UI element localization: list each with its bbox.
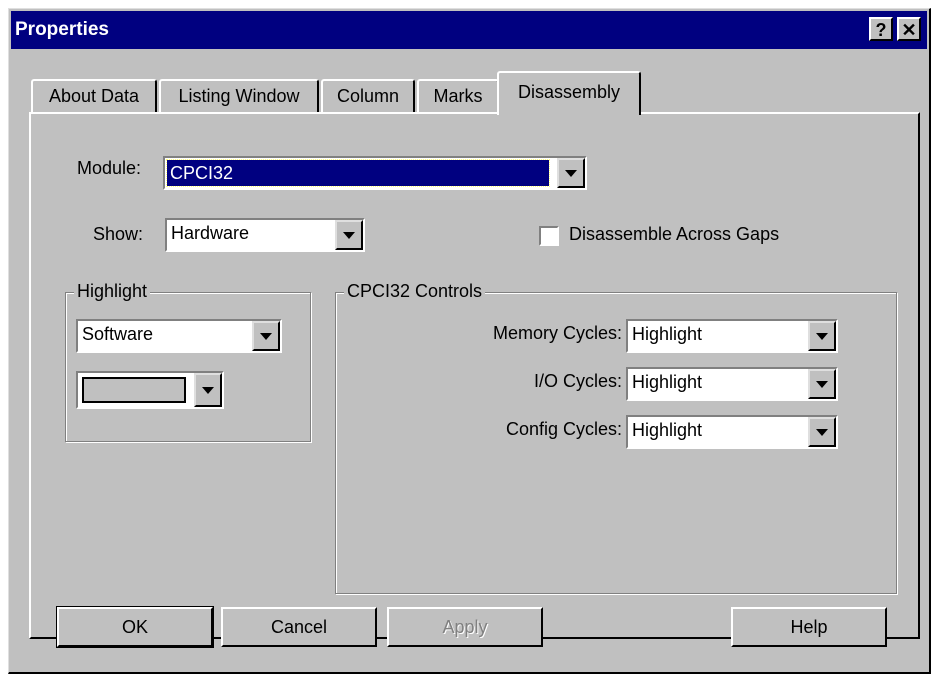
memory-cycles-select[interactable]: Highlight	[626, 319, 838, 353]
chevron-down-icon[interactable]	[557, 158, 585, 188]
highlight-group: Highlight Software	[65, 281, 311, 442]
title-bar[interactable]: Properties ? ✕	[11, 11, 927, 49]
highlight-value: Software	[82, 324, 154, 344]
close-icon[interactable]: ✕	[897, 17, 921, 41]
module-label: Module:	[77, 158, 142, 178]
ok-button[interactable]: OK	[56, 606, 214, 648]
highlight-group-title: Highlight	[74, 281, 151, 302]
disassembly-panel: Module: CPCI32 Show: Hardware Disassembl…	[29, 112, 920, 639]
chevron-down-icon[interactable]	[194, 373, 222, 407]
chevron-down-icon[interactable]	[252, 321, 280, 351]
cpci32-controls-group: CPCI32 Controls Memory Cycles: Highlight…	[335, 281, 897, 594]
tab-disassembly[interactable]: Disassembly	[497, 71, 641, 115]
chevron-down-icon[interactable]	[808, 369, 836, 399]
chevron-down-icon[interactable]	[808, 321, 836, 351]
cancel-button[interactable]: Cancel	[221, 607, 377, 647]
memory-cycles-label: Memory Cycles:	[492, 323, 622, 343]
help-button[interactable]: Help	[731, 607, 887, 647]
config-cycles-value: Highlight	[632, 420, 703, 440]
module-value: CPCI32	[166, 159, 550, 187]
highlight-color-select[interactable]	[76, 371, 224, 409]
highlight-select[interactable]: Software	[76, 319, 282, 353]
show-select[interactable]: Hardware	[165, 218, 365, 252]
disassemble-gaps-label: Disassemble Across Gaps	[569, 224, 780, 244]
dialog-title: Properties	[15, 19, 109, 40]
show-label: Show:	[93, 224, 144, 244]
io-cycles-label: I/O Cycles:	[533, 371, 622, 391]
tab-about-data[interactable]: About Data	[31, 79, 157, 113]
chevron-down-icon[interactable]	[335, 220, 363, 250]
disassemble-gaps-checkbox[interactable]	[539, 226, 559, 246]
config-cycles-label: Config Cycles:	[505, 419, 622, 439]
tab-marks[interactable]: Marks	[417, 79, 499, 113]
io-cycles-select[interactable]: Highlight	[626, 367, 838, 401]
properties-dialog: Properties ? ✕ About Data Listing Window…	[8, 8, 931, 674]
io-cycles-value: Highlight	[632, 372, 703, 392]
cpci32-controls-title: CPCI32 Controls	[344, 281, 486, 302]
tab-listing-window[interactable]: Listing Window	[159, 79, 319, 113]
config-cycles-select[interactable]: Highlight	[626, 415, 838, 449]
module-select[interactable]: CPCI32	[163, 156, 587, 190]
chevron-down-icon[interactable]	[808, 417, 836, 447]
show-value: Hardware	[171, 223, 250, 243]
tab-column[interactable]: Column	[321, 79, 415, 113]
help-icon[interactable]: ?	[869, 17, 893, 41]
apply-button[interactable]: Apply	[387, 607, 543, 647]
memory-cycles-value: Highlight	[632, 324, 703, 344]
color-swatch	[82, 377, 186, 403]
